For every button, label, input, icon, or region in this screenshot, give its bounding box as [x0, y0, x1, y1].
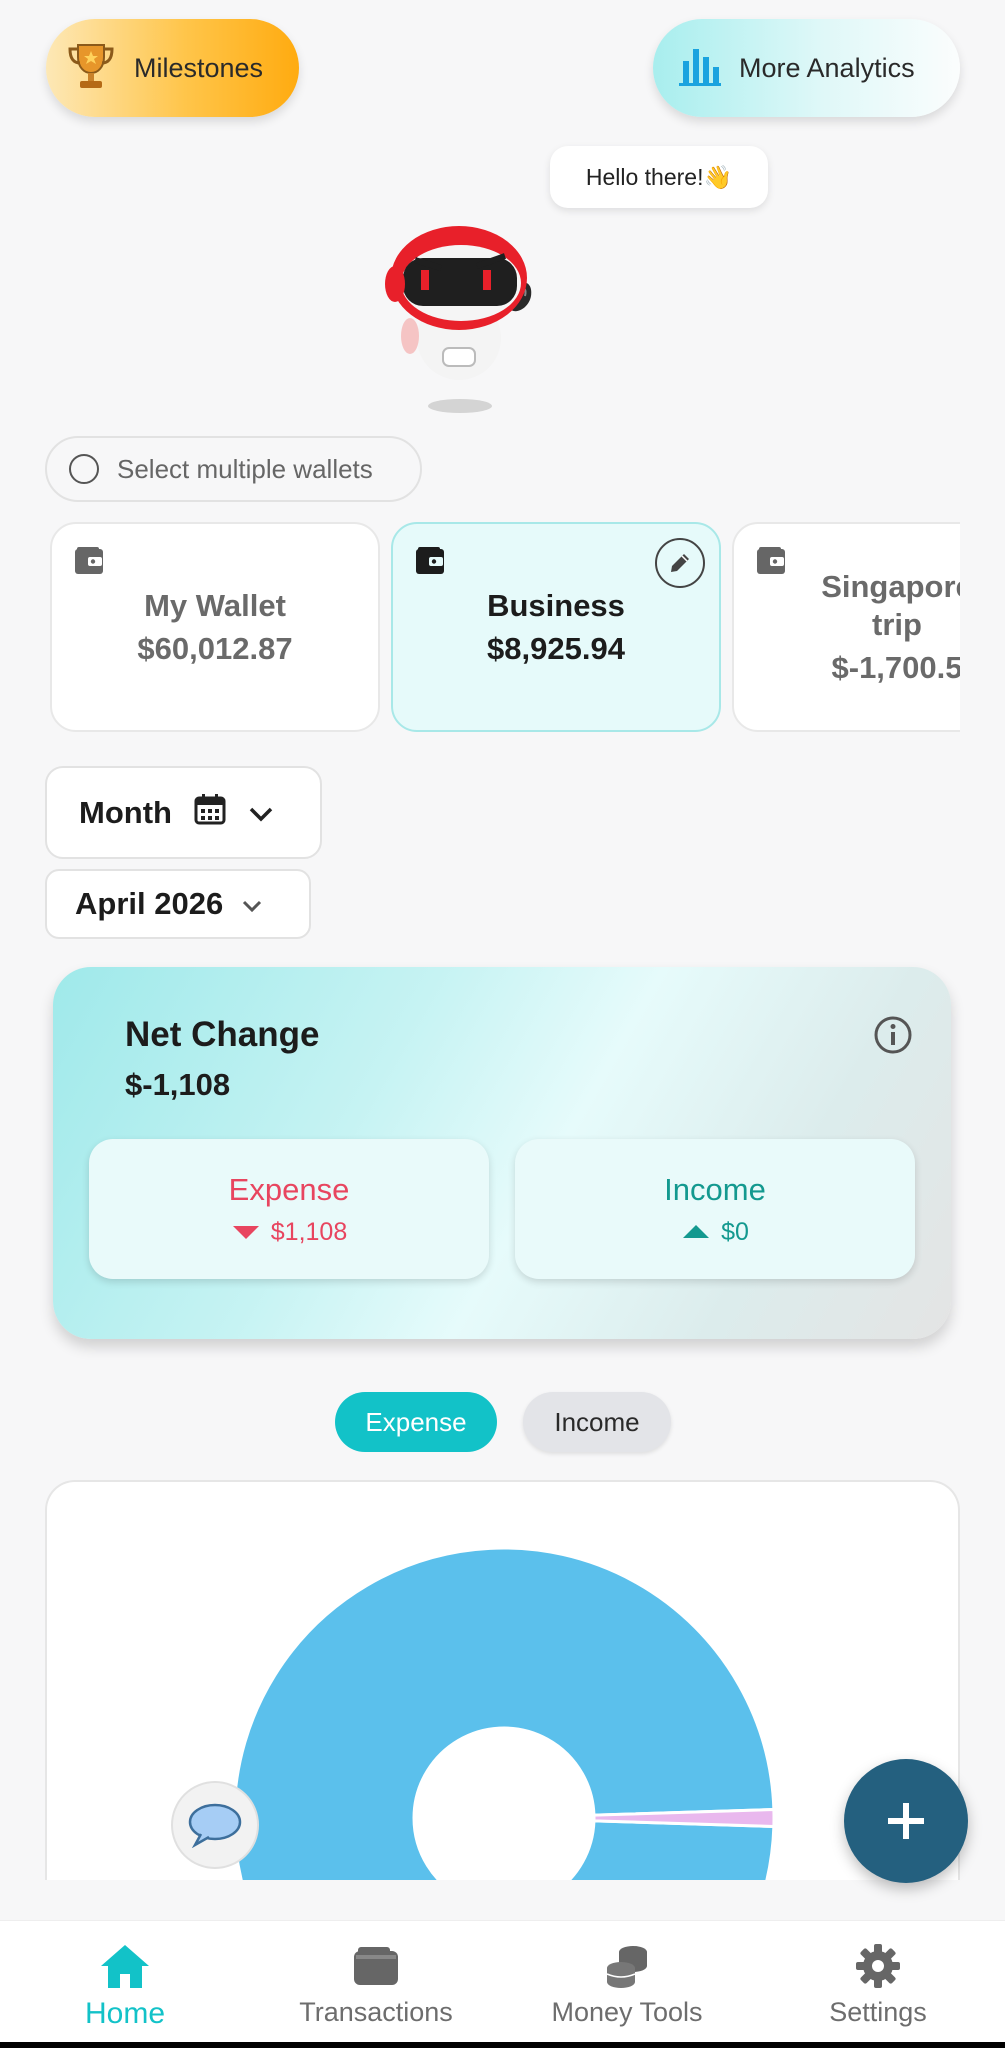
- wallet-name: My Wallet: [144, 588, 286, 623]
- nav-home-label: Home: [84, 1997, 166, 2030]
- up-triangle-icon: [683, 1225, 710, 1238]
- nav-settings[interactable]: Settings: [768, 1921, 988, 2043]
- select-multiple-wallets-toggle[interactable]: Select multiple wallets: [45, 436, 422, 502]
- down-triangle-icon: [232, 1226, 259, 1239]
- chart-income-toggle[interactable]: Income: [523, 1392, 671, 1452]
- wallet-name: Singapore trip: [821, 569, 960, 642]
- period-type-dropdown[interactable]: Month: [45, 766, 322, 859]
- gear-icon: [854, 1941, 902, 1991]
- radio-icon: [69, 454, 99, 484]
- month-selector[interactable]: April 2026: [45, 869, 311, 939]
- income-label: Income: [664, 1171, 766, 1207]
- donut-slice-0[interactable]: [232, 1546, 776, 1880]
- expense-value-row: $1,108: [231, 1218, 347, 1247]
- plus-icon: [888, 1803, 924, 1839]
- nav-transactions[interactable]: Transactions: [266, 1921, 486, 2043]
- edit-wallet-button[interactable]: [655, 538, 705, 588]
- period-type-label: Month: [79, 794, 172, 830]
- chevron-down-icon: [248, 795, 274, 831]
- expense-label: Expense: [228, 1171, 350, 1207]
- more-analytics-button[interactable]: More Analytics: [653, 19, 960, 117]
- pencil-icon: [671, 554, 689, 572]
- nav-home[interactable]: Home: [15, 1921, 235, 2043]
- trophy-icon: [66, 39, 116, 98]
- wallet-icon: [756, 546, 788, 581]
- nav-transactions-label: Transactions: [299, 1997, 453, 2027]
- wallet-icon: [352, 1941, 400, 1991]
- wallet-balance: $8,925.94: [487, 631, 625, 666]
- calendar-icon: [194, 793, 226, 833]
- income-summary[interactable]: Income $0: [515, 1139, 915, 1279]
- chevron-down-icon: [241, 886, 263, 922]
- net-change-title: Net Change: [125, 1015, 320, 1054]
- net-change-value: $-1,108: [125, 1067, 231, 1102]
- income-value-row: $0: [681, 1218, 749, 1247]
- chat-bubble-icon: [188, 1803, 242, 1848]
- net-change-card: Net Change $-1,108 Expense $1,108 Income…: [53, 967, 951, 1339]
- system-gesture-bar: [0, 2042, 1005, 2048]
- milestones-button[interactable]: Milestones: [46, 19, 299, 117]
- wallet-balance: $-1,700.5: [831, 650, 961, 685]
- income-value: $0: [721, 1217, 749, 1246]
- wallet-icon: [74, 546, 106, 581]
- donut-slices: [232, 1546, 776, 1880]
- info-icon[interactable]: [873, 1015, 913, 1060]
- robot-mascot[interactable]: [355, 208, 570, 418]
- nav-money-tools[interactable]: Money Tools: [517, 1921, 737, 2043]
- chat-button[interactable]: [171, 1781, 259, 1869]
- select-multiple-wallets-label: Select multiple wallets: [117, 453, 373, 484]
- wallet-name: Business: [487, 588, 625, 623]
- expense-value: $1,108: [270, 1217, 348, 1246]
- chart-expense-toggle[interactable]: Expense: [335, 1392, 497, 1452]
- more-analytics-label: More Analytics: [739, 52, 915, 83]
- wallet-card-business[interactable]: Business $8,925.94: [391, 522, 721, 732]
- home-icon: [99, 1941, 151, 1991]
- wallet-balance: $60,012.87: [137, 631, 293, 666]
- bottom-navigation: Home Transactions Money Tools Settings: [0, 1920, 1005, 2042]
- nav-money-tools-label: Money Tools: [551, 1997, 703, 2027]
- wallets-carousel[interactable]: My Wallet $60,012.87 Business $8,925.94 …: [45, 520, 960, 735]
- nav-settings-label: Settings: [829, 1997, 927, 2027]
- wallet-icon: [415, 546, 447, 581]
- assistant-speech-bubble: Hello there!👋: [550, 146, 768, 208]
- current-month-label: April 2026: [75, 886, 224, 921]
- add-transaction-button[interactable]: [844, 1759, 968, 1883]
- coins-icon: [603, 1941, 651, 1991]
- bar-chart-icon: [677, 43, 721, 94]
- wallet-card-my-wallet[interactable]: My Wallet $60,012.87: [50, 522, 380, 732]
- milestones-label: Milestones: [134, 52, 264, 83]
- wallet-card-singapore-trip[interactable]: Singapore trip $-1,700.5: [732, 522, 960, 732]
- expense-summary[interactable]: Expense $1,108: [89, 1139, 489, 1279]
- home-screen: Milestones More Analytics Hello there!👋: [0, 0, 1005, 2048]
